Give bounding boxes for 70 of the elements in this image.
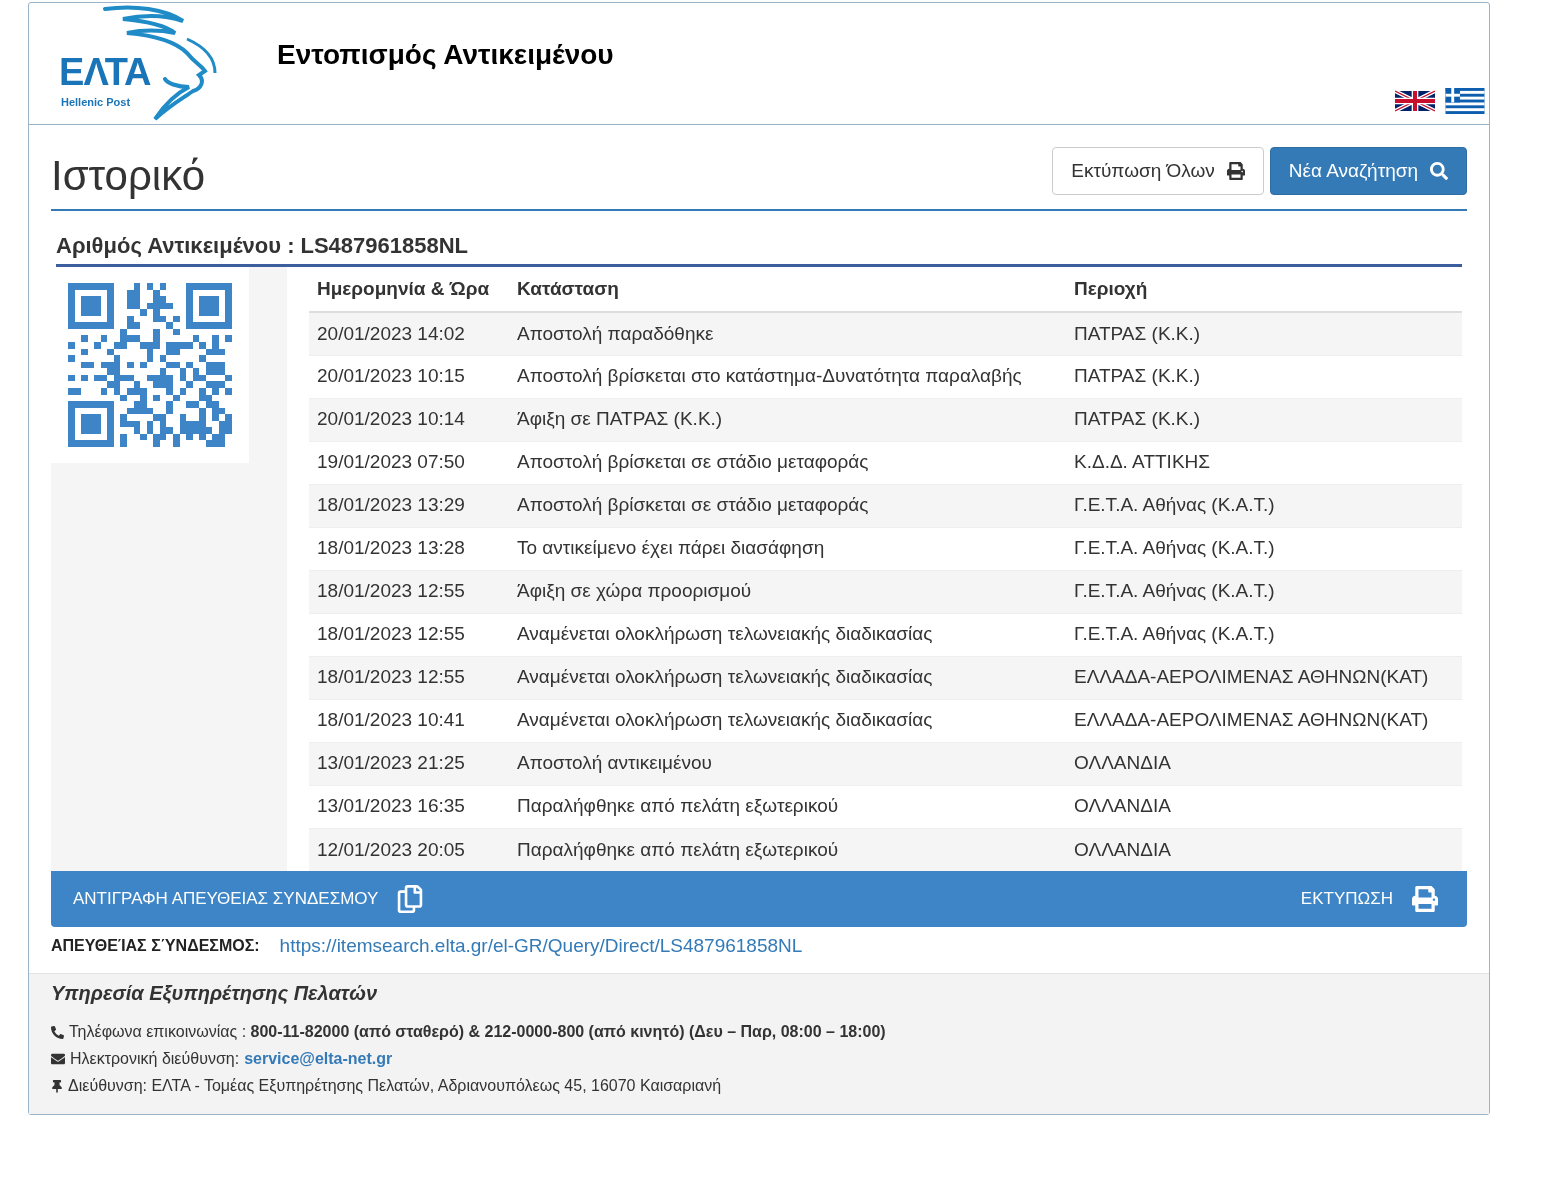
table-cell: Άφιξη σε χώρα προορισμού	[509, 570, 1066, 613]
table-cell: 18/01/2023 13:29	[309, 484, 509, 527]
logo-text: ΕΛΤΑ	[59, 53, 151, 91]
table-cell: Άφιξη σε ΠΑΤΡΑΣ (Κ.Κ.)	[509, 398, 1066, 441]
search-icon	[1430, 162, 1448, 180]
table-cell: 18/01/2023 10:41	[309, 699, 509, 742]
table-cell: Αποστολή βρίσκεται στο κατάστημα-Δυνατότητα παραλαβής	[509, 355, 1066, 398]
table-cell: 18/01/2023 13:28	[309, 527, 509, 570]
page-title: Ιστορικό	[51, 155, 205, 201]
column-header: Κατάσταση	[509, 267, 1066, 312]
table-cell: ΠΑΤΡΑΣ (Κ.Κ.)	[1066, 398, 1462, 441]
table-cell: Αποστολή βρίσκεται σε στάδιο μεταφοράς	[509, 441, 1066, 484]
table-cell: Γ.Ε.Τ.Α. Αθήνας (Κ.Α.Τ.)	[1066, 613, 1462, 656]
table-cell: Παραλήφθηκε από πελάτη εξωτερικού	[509, 828, 1066, 871]
table-cell: 12/01/2023 20:05	[309, 828, 509, 871]
table-cell: 18/01/2023 12:55	[309, 613, 509, 656]
email-link[interactable]: service@elta-net.gr	[244, 1047, 393, 1071]
contact-text: Τηλέφωνα επικοινωνίας : 800-11-82000 (από σταθερό) & 212-0000-800 (από κινητό) (Δευ – Παρ, 08:00 – 18:00)	[69, 1022, 886, 1042]
table-cell: 18/01/2023 12:55	[309, 656, 509, 699]
table-cell: ΕΛΛΑΔΑ-ΑΕΡΟΛΙΜΕΝΑΣ ΑΘΗΝΩΝ(ΚΑΤ)	[1066, 656, 1462, 699]
envelope-icon	[51, 1052, 65, 1066]
new-search-button[interactable]: Νέα Αναζήτηση	[1269, 147, 1467, 195]
column-header: Περιοχή	[1066, 267, 1462, 312]
table-cell: Αναμένεται ολοκλήρωση τελωνειακής διαδικασίας	[509, 699, 1066, 742]
footer-title: Υπηρεσία Εξυπηρέτησης Πελατών	[51, 981, 379, 1006]
logo[interactable]: ΕΛΤΑ Hellenic Post	[55, 3, 235, 123]
table-cell: Παραλήφθηκε από πελάτη εξωτερικού	[509, 785, 1066, 828]
item-number-label: Αριθμός Αντικειμένου :	[56, 232, 295, 260]
table-cell: Αναμένεται ολοκλήρωση τελωνειακής διαδικασίας	[509, 613, 1066, 656]
table-cell: 20/01/2023 10:14	[309, 398, 509, 441]
copy-icon	[396, 885, 425, 913]
direct-link[interactable]: https://itemsearch.elta.gr/el-GR/Query/Direct/LS487961858NL	[279, 931, 803, 961]
pin-icon	[51, 1079, 63, 1093]
table-cell: Γ.Ε.Τ.Α. Αθήνας (Κ.Α.Τ.)	[1066, 527, 1462, 570]
app-title: Εντοπισμός Αντικειμένου	[277, 41, 614, 69]
greek-flag-icon[interactable]	[1445, 88, 1485, 114]
british-flag-icon[interactable]	[1395, 88, 1435, 114]
table-cell: 20/01/2023 14:02	[309, 312, 509, 355]
printer-icon	[1411, 886, 1439, 912]
item-number: LS487961858NL	[300, 232, 469, 260]
table-cell: ΕΛΛΑΔΑ-ΑΕΡΟΛΙΜΕΝΑΣ ΑΘΗΝΩΝ(ΚΑΤ)	[1066, 699, 1462, 742]
table-cell: 18/01/2023 12:55	[309, 570, 509, 613]
table-cell: Αποστολή αντικειμένου	[509, 742, 1066, 785]
table-cell: Αποστολή βρίσκεται σε στάδιο μεταφοράς	[509, 484, 1066, 527]
table-cell: ΟΛΛΑΝΔΙΑ	[1066, 742, 1462, 785]
table-cell: Γ.Ε.Τ.Α. Αθήνας (Κ.Α.Τ.)	[1066, 570, 1462, 613]
table-cell: Αναμένεται ολοκλήρωση τελωνειακής διαδικασίας	[509, 656, 1066, 699]
table-cell: 20/01/2023 10:15	[309, 355, 509, 398]
logo-tagline: Hellenic Post	[61, 97, 131, 108]
table-cell: ΟΛΛΑΝΔΙΑ	[1066, 828, 1462, 871]
table-cell: 13/01/2023 16:35	[309, 785, 509, 828]
printer-icon	[1226, 162, 1245, 180]
table-cell: ΟΛΛΑΝΔΙΑ	[1066, 785, 1462, 828]
qr-code-icon	[68, 283, 232, 447]
table-cell: ΠΑΤΡΑΣ (Κ.Κ.)	[1066, 355, 1462, 398]
table-cell: Αποστολή παραδόθηκε	[509, 312, 1066, 355]
contact-text: Διεύθυνση: ΕΛΤΑ - Τομέας Εξυπηρέτησης Πελατών, Αδριανουπόλεως 45, 16070 Καισαριανή	[68, 1076, 722, 1096]
table-cell: Γ.Ε.Τ.Α. Αθήνας (Κ.Α.Τ.)	[1066, 484, 1462, 527]
contact-text: Ηλεκτρονική διεύθυνση:	[70, 1049, 240, 1069]
copy-link-button[interactable]: ΑΝΤΙΓΡΑΦΗ ΑΠΕΥΘΕΙΑΣ ΣΥΝΔΕΣΜΟΥ	[73, 885, 425, 913]
column-header: Ημερομηνία & Ώρα	[309, 267, 509, 312]
table-cell: 19/01/2023 07:50	[309, 441, 509, 484]
print-button[interactable]: ΕΚΤΥΠΩΣΗ	[1300, 886, 1445, 912]
table-cell: ΠΑΤΡΑΣ (Κ.Κ.)	[1066, 312, 1462, 355]
table-cell: Το αντικείμενο έχει πάρει διασάφηση	[509, 527, 1066, 570]
print-all-button[interactable]: Εκτύπωση Όλων	[1052, 147, 1264, 195]
phone-icon	[51, 1025, 64, 1039]
table-cell: 13/01/2023 21:25	[309, 742, 509, 785]
direct-link-label: ΑΠΕΥΘΕΊΑΣ ΣΎΝΔΕΣΜΟΣ:	[51, 936, 260, 956]
table-cell: Κ.Δ.Δ. ΑΤΤΙΚΗΣ	[1066, 441, 1462, 484]
